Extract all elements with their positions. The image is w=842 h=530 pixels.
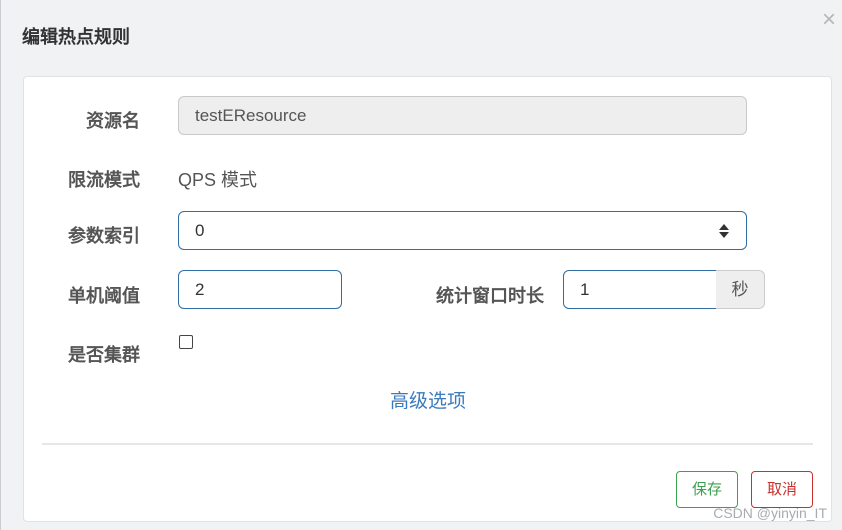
edit-hotspot-rule-dialog: 编辑热点规则 × 资源名 testEResource 限流模式 QPS 模式 参… bbox=[0, 0, 842, 530]
dialog-title: 编辑热点规则 bbox=[22, 27, 130, 47]
advanced-options-link[interactable]: 高级选项 bbox=[390, 386, 466, 413]
dialog-header: 编辑热点规则 × bbox=[1, 0, 842, 70]
window-unit-addon: 秒 bbox=[716, 270, 765, 309]
cancel-button[interactable]: 取消 bbox=[751, 471, 813, 508]
number-spinner-icon[interactable] bbox=[718, 223, 730, 239]
window-duration-input[interactable]: 1 bbox=[563, 270, 717, 309]
resource-name-label: 资源名 bbox=[86, 111, 140, 131]
cluster-checkbox[interactable] bbox=[179, 335, 193, 349]
limit-mode-label: 限流模式 bbox=[68, 170, 140, 190]
resource-name-input: testEResource bbox=[178, 96, 747, 135]
param-index-label: 参数索引 bbox=[68, 226, 140, 246]
close-icon[interactable]: × bbox=[822, 8, 836, 32]
threshold-label: 单机阈值 bbox=[68, 286, 140, 306]
form-panel: 资源名 testEResource 限流模式 QPS 模式 参数索引 0 单机阈… bbox=[23, 76, 832, 522]
cluster-label: 是否集群 bbox=[68, 345, 140, 365]
threshold-input[interactable]: 2 bbox=[178, 270, 342, 309]
csdn-watermark: CSDN @yinyin_IT bbox=[713, 505, 827, 521]
limit-mode-value: QPS 模式 bbox=[178, 170, 258, 190]
save-button[interactable]: 保存 bbox=[676, 471, 738, 508]
window-duration-label: 统计窗口时长 bbox=[436, 286, 544, 306]
param-index-input[interactable]: 0 bbox=[178, 211, 747, 250]
footer-divider bbox=[42, 443, 813, 445]
param-index-value: 0 bbox=[195, 221, 205, 240]
